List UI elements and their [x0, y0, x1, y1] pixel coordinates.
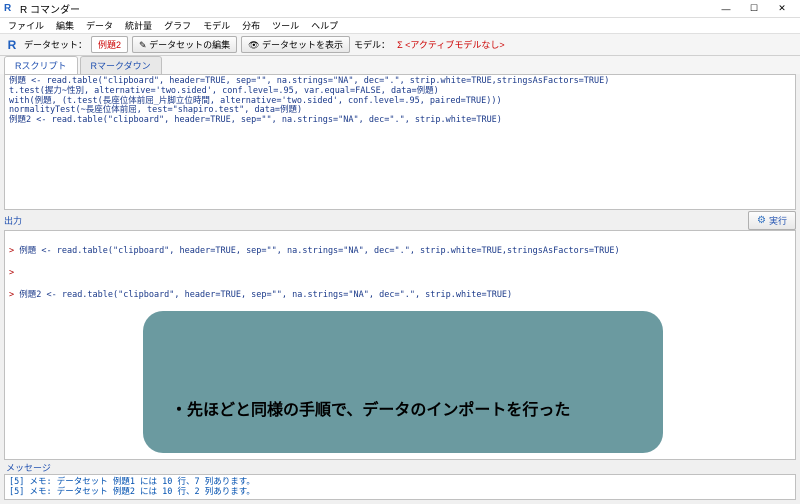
model-name[interactable]: Σ <アクティブモデルなし>: [394, 37, 508, 52]
menu-help[interactable]: ヘルプ: [307, 18, 342, 33]
edit-dataset-label: データセットの編集: [149, 40, 230, 50]
tab-r-script[interactable]: Rスクリプト: [4, 56, 78, 74]
menu-graphs[interactable]: グラフ: [160, 18, 195, 33]
menu-file[interactable]: ファイル: [4, 18, 48, 33]
menu-stats[interactable]: 統計量: [121, 18, 156, 33]
dataset-label: データセット：: [24, 38, 87, 51]
menu-bar: ファイル 編集 データ 統計量 グラフ モデル 分布 ツール ヘルプ: [0, 18, 800, 34]
prompt: >: [9, 268, 14, 278]
menu-data[interactable]: データ: [82, 18, 117, 33]
output-console[interactable]: > 例題 <- read.table("clipboard", header=T…: [4, 230, 796, 460]
run-label: 実行: [769, 214, 787, 227]
menu-models[interactable]: モデル: [199, 18, 234, 33]
menu-dist[interactable]: 分布: [238, 18, 264, 33]
view-dataset-label: データセットを表示: [262, 40, 343, 50]
title-bar: R R コマンダー — ☐ ✕: [0, 0, 800, 18]
annotation-line: ・先ほどと同様の手順で、データのインポートを行った: [171, 399, 635, 423]
script-tabs: Rスクリプト Rマークダウン: [0, 56, 800, 74]
menu-edit[interactable]: 編集: [52, 18, 78, 33]
window-controls: — ☐ ✕: [712, 1, 796, 17]
toolbar: R データセット： 例題2 ✎ データセットの編集 👁 データセットを表示 モデ…: [0, 34, 800, 56]
messages-label: メッセージ: [0, 460, 800, 474]
maximize-button[interactable]: ☐: [740, 1, 768, 17]
output-line: 例題 <- read.table("clipboard", header=TRU…: [19, 246, 619, 256]
message-line: [5] メモ: データセット 例題1 には 10 行、7 列あります。: [9, 477, 255, 487]
message-line: [5] メモ: データセット 例題2 には 10 行、2 列あります。: [9, 487, 255, 497]
gears-icon: ⚙: [757, 215, 766, 226]
prompt: >: [9, 290, 19, 300]
view-dataset-button[interactable]: 👁 データセットを表示: [241, 36, 350, 53]
menu-tools[interactable]: ツール: [268, 18, 303, 33]
close-button[interactable]: ✕: [768, 1, 796, 17]
script-editor[interactable]: 例題 <- read.table("clipboard", header=TRU…: [4, 74, 796, 210]
output-label: 出力: [4, 214, 22, 227]
tab-r-markdown[interactable]: Rマークダウン: [80, 56, 162, 74]
r-icon: R: [4, 3, 16, 15]
model-label: モデル：: [354, 38, 390, 51]
dataset-name-button[interactable]: 例題2: [91, 36, 128, 53]
edit-dataset-button[interactable]: ✎ データセットの編集: [132, 36, 237, 53]
output-line: 例題2 <- read.table("clipboard", header=TR…: [19, 290, 512, 300]
window-title: R コマンダー: [20, 1, 712, 16]
r-logo-icon: R: [4, 37, 20, 53]
run-button[interactable]: ⚙実行: [748, 211, 796, 230]
minimize-button[interactable]: —: [712, 1, 740, 17]
prompt: >: [9, 246, 19, 256]
messages-console[interactable]: [5] メモ: データセット 例題1 には 10 行、7 列あります。 [5] …: [4, 474, 796, 500]
output-header: 出力 ⚙実行: [0, 210, 800, 230]
annotation-overlay: ・先ほどと同様の手順で、データのインポートを行った ・データセット名は、「例題２…: [143, 311, 663, 453]
